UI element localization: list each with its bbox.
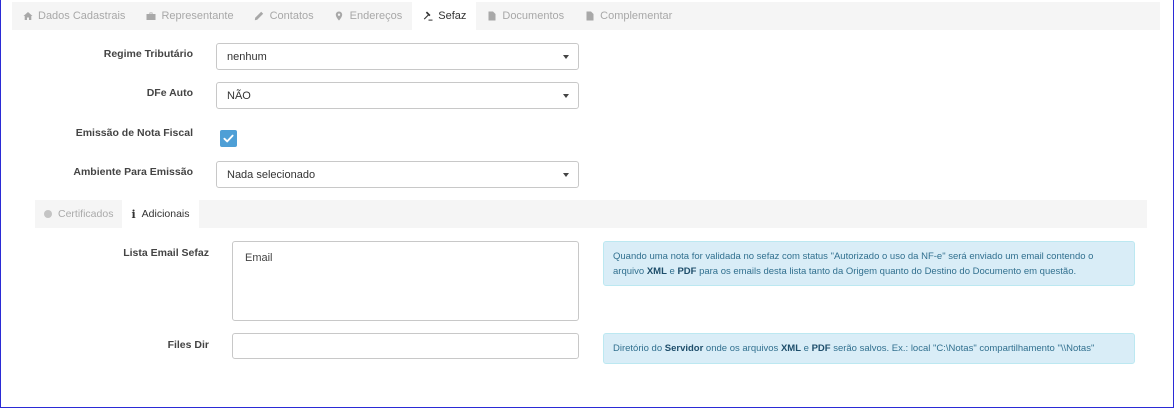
- gavel-icon: [422, 11, 433, 22]
- emissao-nota-fiscal-label: Emissão de Nota Fiscal: [75, 127, 193, 139]
- map-marker-icon: [334, 11, 345, 22]
- tab-label: Documentos: [502, 10, 565, 22]
- file-icon: [584, 11, 595, 22]
- tab-complementar[interactable]: Complementar: [574, 2, 682, 30]
- files-info-alert: Diretório do Servidor onde os arquivos X…: [603, 333, 1135, 364]
- tab-label: Contatos: [269, 10, 314, 22]
- files-dir-label: Files Dir: [167, 339, 209, 351]
- dfe-auto-value: NÃO: [227, 89, 251, 102]
- ambiente-emissao-value: Nada selecionado: [227, 168, 316, 181]
- tab-adicionais[interactable]: i Adicionais: [122, 200, 199, 228]
- home-icon: [22, 11, 33, 22]
- dfe-auto-label: DFe Auto: [146, 87, 193, 99]
- email-info-alert: Quando uma nota for validada no sefaz co…: [603, 241, 1135, 286]
- tab-label: Complementar: [600, 10, 673, 22]
- info-icon: i: [131, 207, 136, 221]
- file-icon: [486, 11, 497, 22]
- dfe-auto-select[interactable]: NÃO: [216, 82, 579, 109]
- ambiente-emissao-label: Ambiente Para Emissão: [73, 166, 193, 178]
- files-dir-input[interactable]: [232, 333, 579, 359]
- tab-label: Dados Cadastrais: [38, 10, 126, 22]
- caret-down-icon: [563, 173, 569, 177]
- briefcase-icon: [145, 11, 156, 22]
- lista-email-sefaz-label: Lista Email Sefaz: [123, 247, 209, 259]
- tab-contatos[interactable]: Contatos: [244, 2, 324, 30]
- tab-enderecos[interactable]: Endereços: [324, 2, 413, 30]
- tab-documentos[interactable]: Documentos: [476, 2, 574, 30]
- lista-email-sefaz-textarea[interactable]: Email: [232, 241, 579, 321]
- tab-sefaz[interactable]: Sefaz: [412, 2, 477, 30]
- subtab-label: Certificados: [58, 208, 114, 220]
- tab-representante[interactable]: Representante: [135, 2, 243, 30]
- ambiente-emissao-select[interactable]: Nada selecionado: [216, 161, 579, 188]
- tab-label: Endereços: [349, 10, 403, 22]
- email-placeholder: Email: [245, 252, 273, 264]
- regime-tributario-label: Regime Tributário: [103, 48, 193, 60]
- emissao-nota-fiscal-checkbox[interactable]: [220, 130, 237, 147]
- tab-label: Sefaz: [438, 10, 467, 22]
- main-tab-bar: Dados Cadastrais Representante Contatos …: [12, 2, 1160, 30]
- files-info-text: Diretório do Servidor onde os arquivos X…: [613, 343, 1095, 354]
- caret-down-icon: [563, 94, 569, 98]
- tab-dados-cadastrais[interactable]: Dados Cadastrais: [12, 2, 135, 30]
- tab-label: Representante: [161, 10, 234, 22]
- pencil-icon: [254, 11, 265, 22]
- tab-certificados[interactable]: Certificados: [35, 200, 122, 228]
- email-info-text: Quando uma nota for validada no sefaz co…: [613, 250, 1094, 277]
- regime-tributario-select[interactable]: nenhum: [216, 43, 579, 70]
- caret-down-icon: [563, 55, 569, 59]
- sub-tab-bar: Certificados i Adicionais: [35, 200, 1147, 228]
- circle-icon: [44, 210, 52, 218]
- check-icon: [223, 134, 234, 143]
- regime-tributario-value: nenhum: [227, 50, 267, 63]
- subtab-label: Adicionais: [141, 208, 190, 220]
